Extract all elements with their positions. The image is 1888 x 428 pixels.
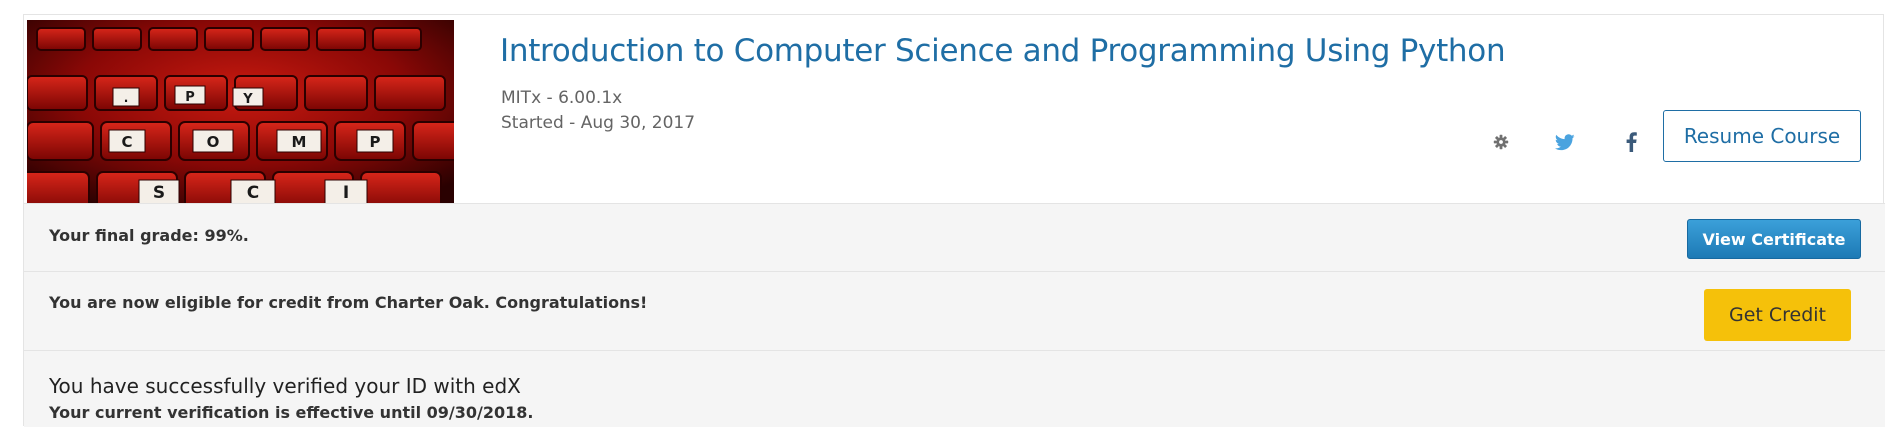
credit-eligibility-text: You are now eligible for credit from Cha… xyxy=(49,293,648,312)
twitter-icon xyxy=(1555,133,1575,150)
final-grade-text: Your final grade: 99%. xyxy=(49,226,249,245)
course-title-link[interactable]: Introduction to Computer Science and Pro… xyxy=(500,33,1506,69)
key-letter: P xyxy=(185,90,195,105)
verification-expiry-text: Your current verification is effective u… xyxy=(49,403,534,422)
svg-text:.: . xyxy=(124,91,129,105)
course-start-date: Started - Aug 30, 2017 xyxy=(501,113,696,133)
grade-row: Your final grade: 99%. View Certificate xyxy=(24,203,1885,271)
key-letter: O xyxy=(207,133,220,151)
facebook-icon xyxy=(1626,132,1637,152)
verification-title: You have successfully verified your ID w… xyxy=(49,374,521,398)
key-letter: I xyxy=(343,183,349,203)
share-facebook-button[interactable] xyxy=(1615,126,1647,158)
key-letter: S xyxy=(153,183,165,203)
key-letter: C xyxy=(247,183,259,203)
key-letter: P xyxy=(370,133,381,151)
course-thumbnail[interactable]: . P Y C O M P S C I xyxy=(27,20,454,203)
keyboard-image: . P Y C O M P S C I xyxy=(27,20,454,203)
view-certificate-button[interactable]: View Certificate xyxy=(1687,219,1861,259)
key-letter: Y xyxy=(242,92,253,107)
key-letter: C xyxy=(121,133,132,151)
resume-course-button[interactable]: Resume Course xyxy=(1663,110,1861,162)
share-twitter-button[interactable] xyxy=(1549,126,1581,158)
course-org-code: MITx - 6.00.1x xyxy=(501,88,623,108)
course-header: . P Y C O M P S C I Introduction to Comp… xyxy=(24,15,1885,203)
settings-button[interactable] xyxy=(1485,126,1517,158)
get-credit-button[interactable]: Get Credit xyxy=(1704,289,1851,341)
credit-row: You are now eligible for credit from Cha… xyxy=(24,271,1885,350)
gear-icon xyxy=(1493,134,1509,150)
verification-row: You have successfully verified your ID w… xyxy=(24,350,1885,427)
course-card: . P Y C O M P S C I Introduction to Comp… xyxy=(23,14,1885,427)
key-letter: M xyxy=(292,133,307,151)
